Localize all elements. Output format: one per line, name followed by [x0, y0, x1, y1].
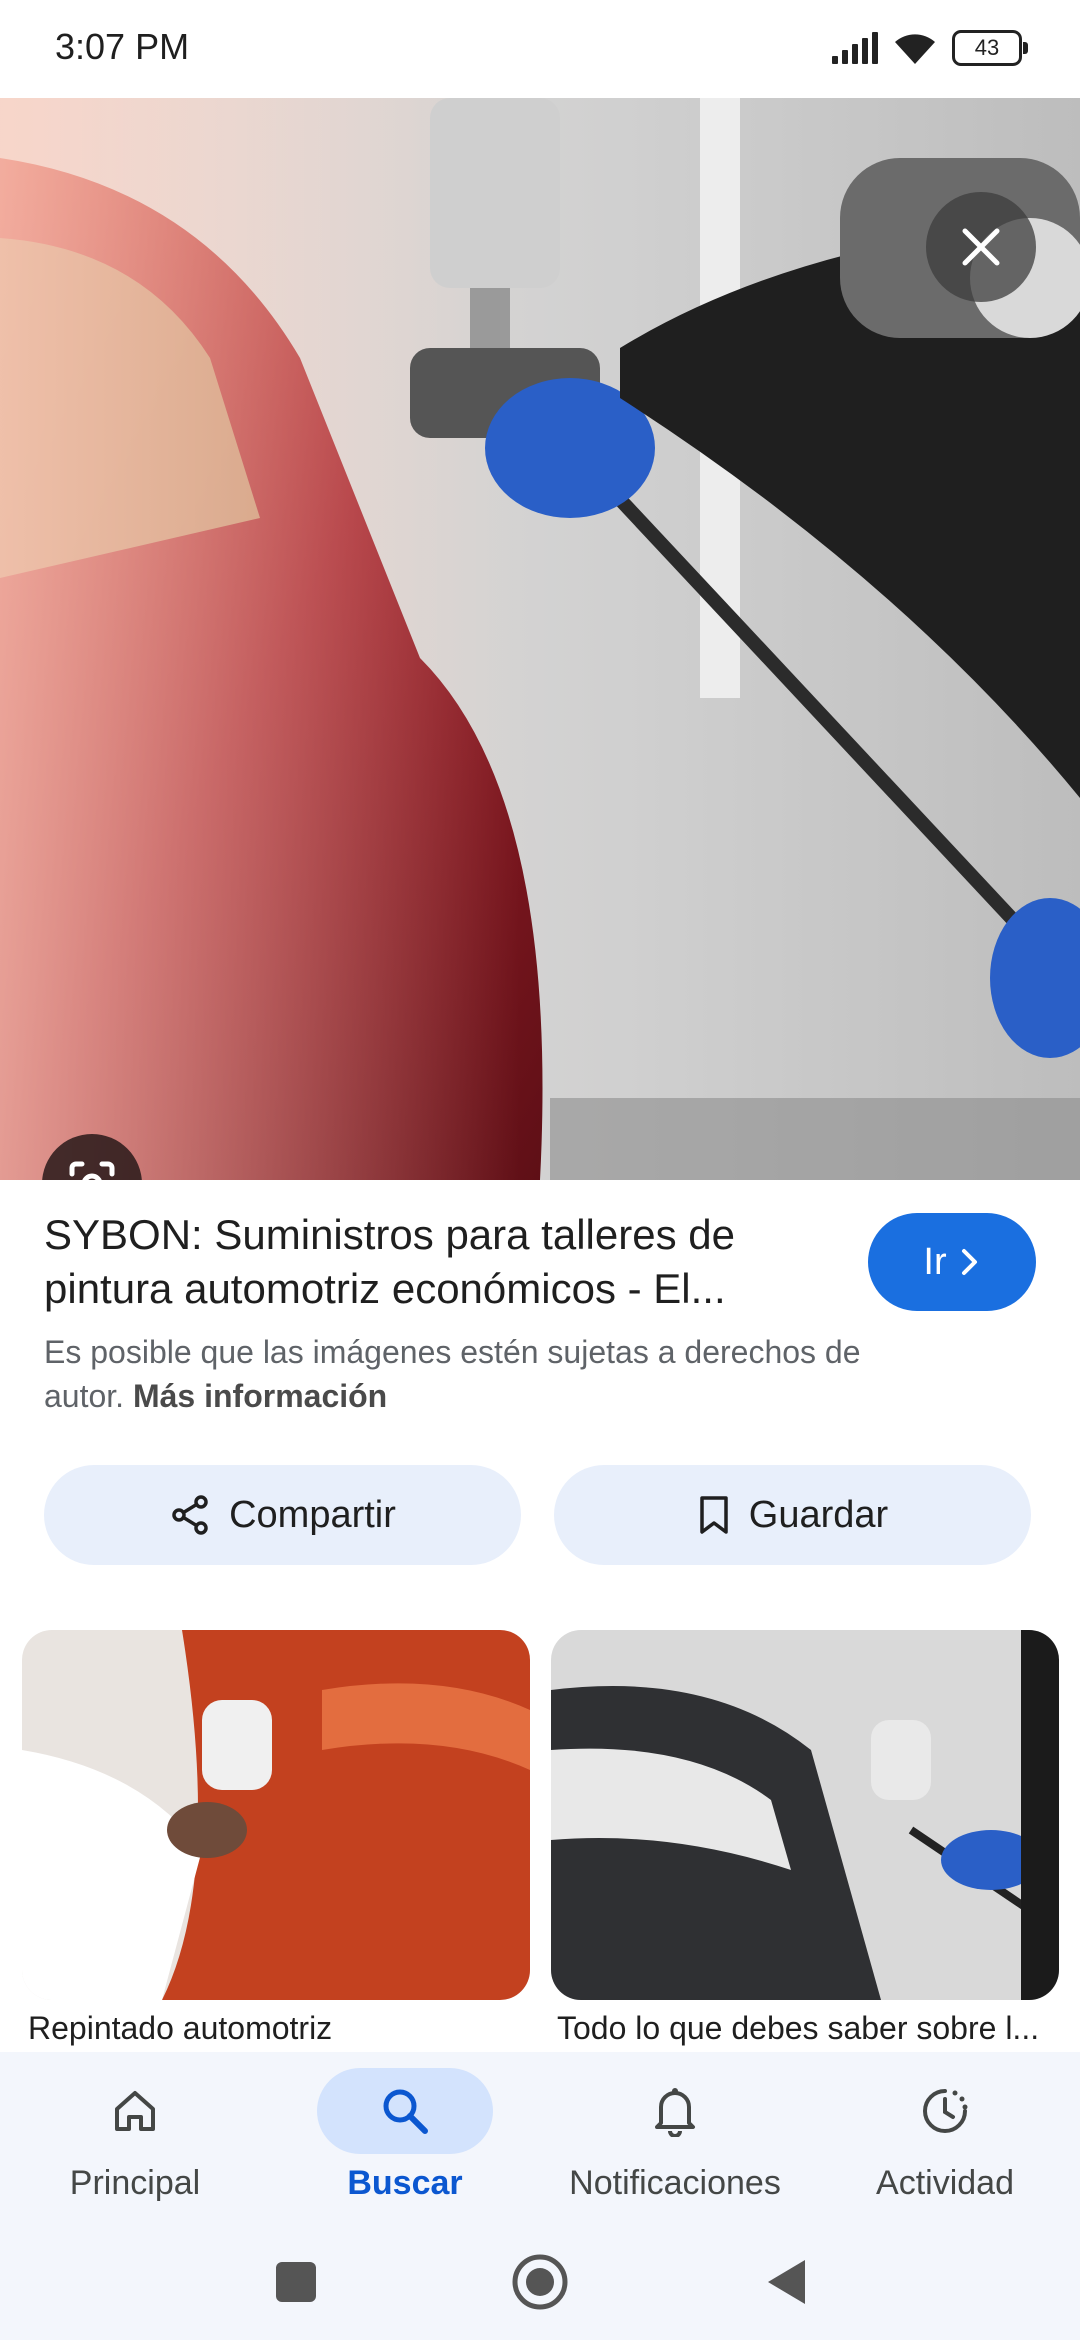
- related-photo-2: [551, 1630, 1059, 2000]
- activity-icon: [923, 2089, 968, 2133]
- nav-label-buscar: Buscar: [347, 2164, 463, 2202]
- bookmark-icon: [700, 1496, 728, 1534]
- wifi-icon: [895, 34, 935, 64]
- nav-label-principal: Principal: [69, 2164, 201, 2202]
- nav-item-principal[interactable]: Principal: [0, 2052, 270, 2242]
- nav-item-notificaciones[interactable]: Notificaciones: [540, 2052, 810, 2242]
- status-time: 3:07 PM: [55, 26, 190, 67]
- go-button[interactable]: Ir: [868, 1213, 1036, 1311]
- system-nav-buttons: [276, 2254, 805, 2310]
- nav-label-notificaciones: Notificaciones: [569, 2164, 781, 2202]
- nav-label-actividad: Actividad: [876, 2164, 1014, 2202]
- result-title[interactable]: SYBON: Suministros para talleres de pint…: [44, 1208, 844, 1316]
- system-navigation-bar: [0, 2242, 1080, 2340]
- car-paint-photo: [0, 98, 1080, 1180]
- recents-button[interactable]: [276, 2262, 316, 2302]
- status-bar: 3:07 PM 43: [0, 0, 1080, 98]
- home-icon: [115, 2091, 155, 2131]
- close-icon: [962, 228, 1000, 266]
- back-button[interactable]: [768, 2260, 805, 2304]
- save-label: Guardar: [748, 1493, 889, 1536]
- related-image-2[interactable]: [551, 1630, 1059, 2000]
- share-button[interactable]: Compartir: [44, 1465, 521, 1565]
- more-info-link[interactable]: Más información: [133, 1378, 387, 1414]
- related-photo-1: [22, 1630, 530, 2000]
- chevron-right-icon: [961, 1249, 977, 1275]
- nav-item-buscar[interactable]: Buscar: [270, 2052, 540, 2242]
- related-image-1[interactable]: [22, 1630, 530, 2000]
- share-icon: [172, 1495, 208, 1535]
- status-icons: 43: [830, 30, 1028, 66]
- share-label: Compartir: [229, 1493, 396, 1536]
- save-button[interactable]: Guardar: [554, 1465, 1031, 1565]
- close-button[interactable]: [926, 192, 1036, 302]
- lens-icon: [69, 1161, 115, 1180]
- search-icon: [383, 2089, 428, 2134]
- nav-item-actividad[interactable]: Actividad: [810, 2052, 1080, 2242]
- battery-icon: 43: [952, 30, 1028, 66]
- related-caption-2[interactable]: Todo lo que debes saber sobre l...: [557, 2010, 1065, 2047]
- bottom-navigation: Principal Buscar Notificaciones Activida…: [0, 2052, 1080, 2242]
- copyright-disclaimer: Es posible que las imágenes estén sujeta…: [44, 1330, 944, 1418]
- go-button-label: Ir: [923, 1240, 947, 1283]
- home-system-button[interactable]: [512, 2254, 568, 2310]
- battery-level: 43: [974, 35, 1000, 60]
- hero-image[interactable]: [0, 98, 1080, 1180]
- bell-icon: [655, 2088, 695, 2137]
- related-caption-1[interactable]: Repintado automotriz: [28, 2010, 536, 2047]
- signal-icon: [832, 32, 878, 64]
